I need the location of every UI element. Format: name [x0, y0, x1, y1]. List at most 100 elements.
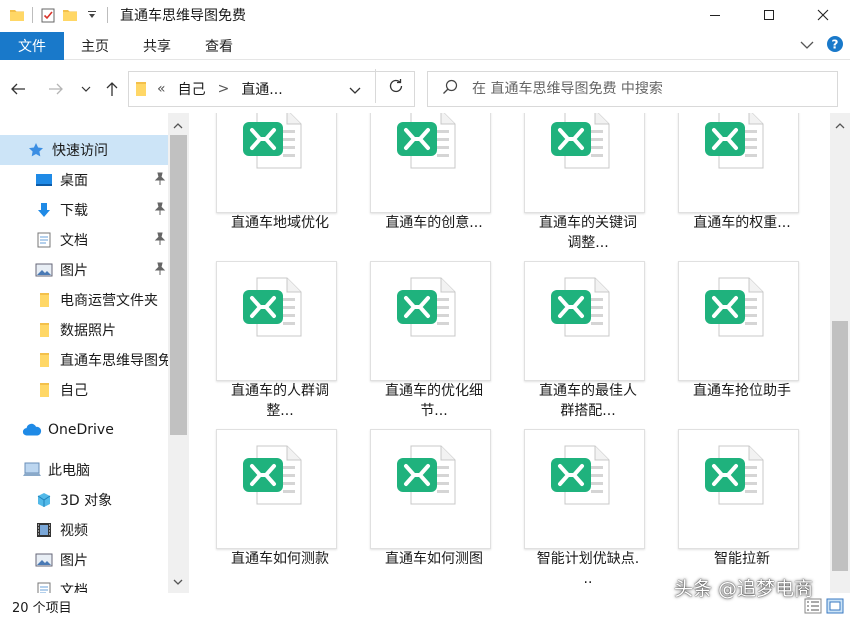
nav-onedrive[interactable]: OneDrive [0, 415, 168, 445]
file-name[interactable]: 直通车抢位助手 [652, 381, 830, 401]
refresh-button[interactable] [375, 69, 415, 103]
file-thumbnail[interactable] [524, 261, 645, 381]
search-box[interactable] [427, 71, 838, 107]
nav-label: 快速访问 [52, 143, 108, 159]
document-icon [34, 230, 54, 250]
search-input[interactable] [472, 81, 812, 97]
file-thumbnail[interactable] [524, 113, 645, 213]
new-folder-icon[interactable] [59, 0, 81, 30]
file-thumbnail[interactable] [524, 429, 645, 549]
nav-pictures-pc[interactable]: 图片 [0, 545, 168, 575]
tab-file[interactable]: 文件 [0, 31, 64, 60]
maximize-button[interactable] [742, 0, 796, 30]
nav-folder-ecommerce[interactable]: 电商运营文件夹 [0, 285, 168, 315]
navigation-pane: 快速访问 桌面 下载 文档 图片 电商运营文件夹 数据照片 直通车思维导图免 自… [0, 113, 190, 593]
nav-quick-access[interactable]: 快速访问 [0, 135, 168, 165]
file-name-continued[interactable]: 群搭配... [498, 401, 678, 421]
address-dropdown-icon[interactable] [349, 84, 361, 99]
breadcrumb-parent[interactable]: 自己 [178, 79, 206, 99]
file-thumbnail[interactable] [216, 261, 337, 381]
xmind-file-icon [705, 277, 764, 337]
file-name[interactable]: 直通车如何测图 [344, 549, 524, 569]
pin-icon[interactable] [154, 262, 166, 280]
folder-icon[interactable] [6, 0, 28, 30]
nav-this-pc[interactable]: 此电脑 [0, 455, 168, 485]
scrollbar-thumb[interactable] [832, 321, 848, 571]
file-name[interactable]: 直通车的关键词 [498, 213, 678, 233]
file-name[interactable]: 直通车的优化细 [344, 381, 524, 401]
forward-button[interactable] [42, 72, 70, 106]
file-name[interactable]: 直通车如何测款 [190, 549, 370, 569]
breadcrumb-current[interactable]: 直通... [241, 79, 282, 99]
breadcrumb-separator[interactable]: > [218, 81, 230, 97]
content-scrollbar[interactable] [830, 113, 850, 593]
file-name[interactable]: 直通车的权重... [652, 213, 830, 233]
file-thumbnail[interactable] [216, 113, 337, 213]
file-name[interactable]: 智能计划优缺点. [498, 549, 678, 569]
nav-folder-data-photos[interactable]: 数据照片 [0, 315, 168, 345]
cloud-icon [22, 420, 42, 440]
nav-folder-self[interactable]: 自己 [0, 375, 168, 405]
picture-icon [34, 550, 54, 570]
recent-locations-icon[interactable] [72, 72, 100, 106]
scrollbar-thumb[interactable] [170, 135, 187, 435]
file-name-continued[interactable]: .. [498, 569, 678, 589]
scroll-up-icon[interactable] [173, 119, 183, 134]
scroll-down-icon[interactable] [173, 575, 183, 590]
close-button[interactable] [796, 0, 850, 30]
large-icons-view-icon[interactable] [826, 598, 844, 617]
nav-pictures[interactable]: 图片 [0, 255, 168, 285]
customize-toolbar-icon[interactable] [81, 0, 103, 30]
minimize-button[interactable] [688, 0, 742, 30]
file-thumbnail[interactable] [678, 429, 799, 549]
folder-icon [135, 81, 147, 97]
nav-folder-mindmap[interactable]: 直通车思维导图免费 [0, 345, 168, 375]
pin-icon[interactable] [154, 202, 166, 220]
file-name-continued[interactable]: 整... [190, 401, 370, 421]
file-name[interactable]: 智能拉新 [652, 549, 830, 569]
up-button[interactable] [98, 72, 126, 106]
xmind-file-icon [243, 277, 302, 337]
file-name-continued[interactable]: 调整... [498, 233, 678, 253]
folder-icon [34, 350, 54, 370]
file-thumbnail[interactable] [678, 261, 799, 381]
tab-home[interactable]: 主页 [64, 32, 126, 60]
overflow-breadcrumb[interactable]: « [157, 81, 166, 97]
properties-icon[interactable] [37, 0, 59, 30]
file-name[interactable]: 直通车的最佳人 [498, 381, 678, 401]
nav-documents[interactable]: 文档 [0, 225, 168, 255]
pin-icon[interactable] [154, 232, 166, 250]
nav-videos[interactable]: 视频 [0, 515, 168, 545]
tab-share[interactable]: 共享 [126, 32, 188, 60]
scroll-up-icon[interactable] [835, 119, 845, 134]
window-title: 直通车思维导图免费 [120, 8, 246, 24]
pin-icon[interactable] [154, 172, 166, 190]
xmind-file-icon [397, 277, 456, 337]
nav-desktop[interactable]: 桌面 [0, 165, 168, 195]
help-icon[interactable]: ? [826, 35, 844, 57]
tab-view[interactable]: 查看 [188, 32, 250, 60]
file-name[interactable]: 直通车的人群调 [190, 381, 370, 401]
expand-ribbon-icon[interactable] [800, 39, 814, 54]
file-thumbnail[interactable] [370, 113, 491, 213]
nav-3d-objects[interactable]: 3D 对象 [0, 485, 168, 515]
file-name[interactable]: 直通车地域优化 [190, 213, 370, 233]
document-icon [34, 580, 54, 593]
file-thumbnail[interactable] [370, 261, 491, 381]
nav-scrollbar[interactable] [168, 113, 189, 593]
address-bar[interactable]: « 自己 > 直通... [128, 71, 415, 107]
nav-downloads[interactable]: 下载 [0, 195, 168, 225]
back-button[interactable] [4, 72, 32, 106]
nav-label: 文档 [60, 233, 88, 249]
file-thumbnail[interactable] [370, 429, 491, 549]
file-name-continued[interactable]: 节... [344, 401, 524, 421]
xmind-file-icon [397, 445, 456, 505]
file-view: 直通车地域优化 直通车的创意... 直通车的关键词 调整... 直通车的权重... 直通车… [190, 113, 830, 593]
computer-icon [22, 460, 42, 480]
file-thumbnail[interactable] [216, 429, 337, 549]
folder-icon [34, 290, 54, 310]
file-name[interactable]: 直通车的创意... [344, 213, 524, 233]
nav-documents-pc[interactable]: 文档 [0, 575, 168, 593]
nav-label: 桌面 [60, 173, 88, 189]
file-thumbnail[interactable] [678, 113, 799, 213]
